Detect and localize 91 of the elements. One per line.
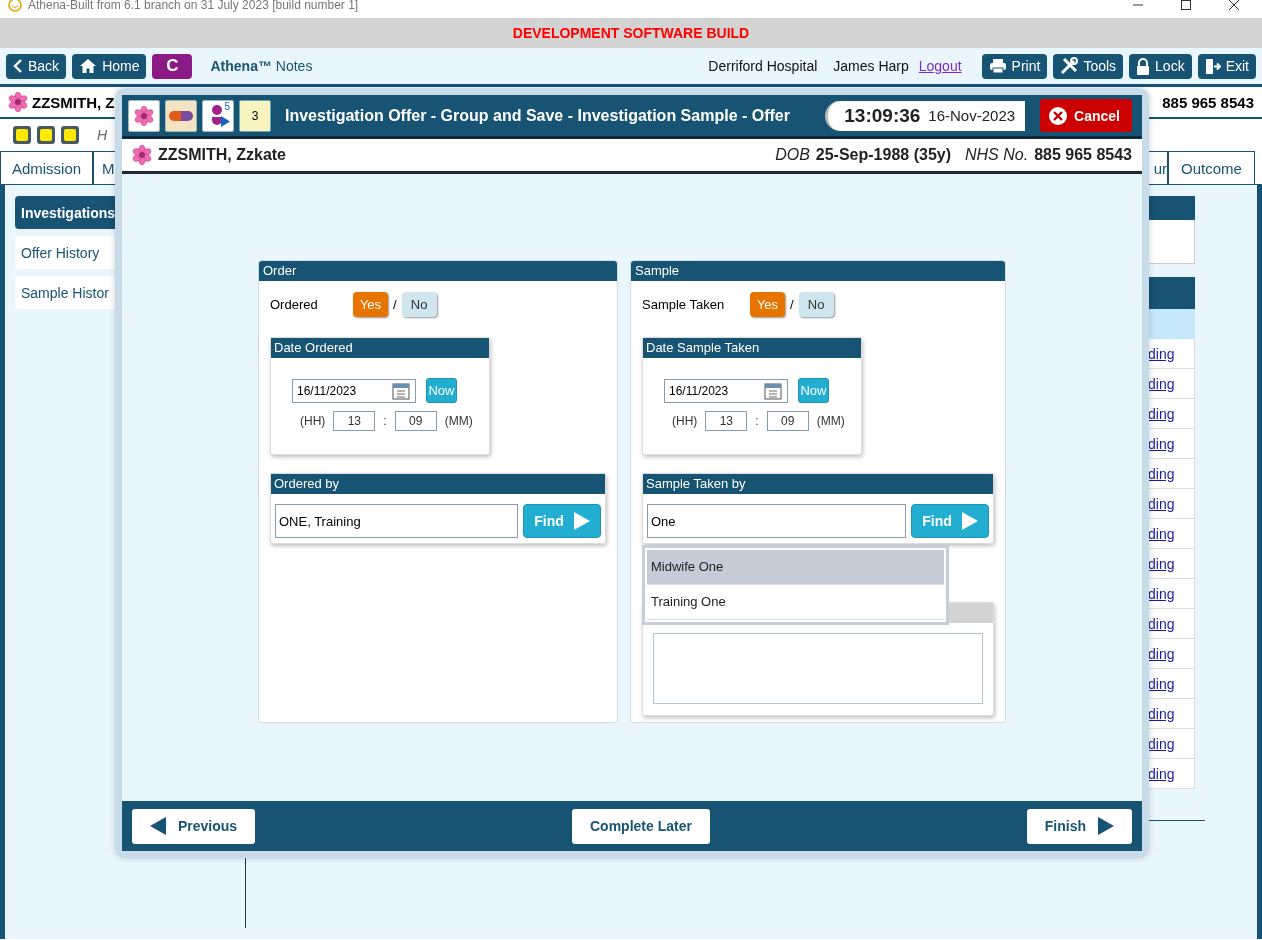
play-left-icon bbox=[150, 817, 166, 835]
dialog-title: Investigation Offer - Group and Save - Investigation Sample - Offer bbox=[285, 106, 790, 125]
minutes-field[interactable]: 09 bbox=[394, 411, 437, 431]
question-label: Ordered bbox=[270, 297, 319, 312]
dob-label: DOB bbox=[775, 146, 810, 164]
close-icon bbox=[1048, 105, 1069, 126]
close-icon[interactable] bbox=[1228, 0, 1240, 11]
choice-button[interactable]: No bbox=[798, 292, 834, 317]
printer-icon bbox=[988, 58, 1007, 74]
question-label: Sample Taken bbox=[642, 297, 726, 312]
time-separator: : bbox=[755, 414, 759, 428]
minutes-label: (MM) bbox=[816, 414, 845, 428]
app-name: Athena™ Notes bbox=[210, 58, 313, 74]
patient-name: ZZSMITH, Zzkate bbox=[158, 146, 286, 164]
hours-label: (HH) bbox=[300, 414, 326, 428]
medication-button[interactable] bbox=[165, 99, 197, 132]
hours-field[interactable]: 13 bbox=[333, 411, 376, 431]
user-name: James Harp bbox=[833, 58, 909, 74]
lock-icon bbox=[1136, 57, 1151, 75]
home-button[interactable]: Home bbox=[72, 53, 147, 79]
panel-title: Sample bbox=[631, 261, 1005, 281]
calendar-icon[interactable] bbox=[391, 380, 411, 401]
play-icon bbox=[1098, 817, 1114, 835]
nhs-label: NHS No. bbox=[965, 146, 1029, 164]
build-notice-text: DEVELOPMENT SOFTWARE BUILD bbox=[512, 25, 750, 41]
choice-button[interactable]: No bbox=[401, 292, 437, 317]
print-button[interactable]: Print bbox=[981, 53, 1048, 79]
tab[interactable]: Admission bbox=[0, 151, 93, 184]
date-field[interactable]: 16/11/2023 bbox=[292, 378, 416, 403]
cancel-button[interactable]: Cancel bbox=[1040, 99, 1132, 132]
play-icon bbox=[573, 512, 590, 530]
complete-later-button[interactable]: Complete Later bbox=[572, 808, 710, 844]
suggestion-item[interactable]: Midwife One bbox=[647, 550, 944, 585]
exit-icon bbox=[1204, 57, 1221, 75]
tools-icon bbox=[1060, 57, 1079, 75]
home-icon bbox=[79, 58, 98, 74]
date-field[interactable]: 16/11/2023 bbox=[664, 378, 788, 403]
flower-icon bbox=[8, 92, 28, 112]
panel-header bbox=[1147, 196, 1195, 220]
smiley-icon bbox=[8, 0, 22, 12]
capsule-icon bbox=[168, 109, 194, 122]
patient-button[interactable] bbox=[128, 99, 160, 132]
search-field[interactable]: One bbox=[647, 504, 906, 538]
box-title: Date Sample Taken bbox=[643, 338, 861, 358]
chevron-left-icon bbox=[13, 58, 23, 74]
badge-count: 5 bbox=[224, 100, 230, 112]
play-icon bbox=[961, 512, 978, 530]
window-title: Athena-Built from 6.1 branch on 31 July 2023 [build number 1] bbox=[28, 0, 359, 12]
lock-button[interactable]: Lock bbox=[1129, 53, 1192, 79]
panel-body bbox=[1147, 220, 1195, 264]
previous-button[interactable]: Previous bbox=[132, 808, 256, 844]
minutes-label: (MM) bbox=[444, 414, 473, 428]
table-header bbox=[1147, 277, 1195, 309]
table-row bbox=[1147, 309, 1195, 339]
nhs-number: 885 965 8543 bbox=[1162, 93, 1254, 111]
logout-link[interactable]: Logout bbox=[918, 58, 962, 74]
nhs-number: 885 965 8543 bbox=[1034, 146, 1132, 164]
notes-button[interactable]: 3 bbox=[239, 99, 271, 132]
box-title: Sample Taken by bbox=[643, 474, 993, 494]
flower-icon bbox=[134, 105, 154, 126]
notes-field[interactable] bbox=[653, 633, 983, 704]
hours-field[interactable]: 13 bbox=[705, 411, 748, 431]
finish-button[interactable]: Finish bbox=[1026, 808, 1132, 844]
c-button[interactable]: C bbox=[152, 53, 193, 79]
hospital-name: Derriford Hospital bbox=[708, 58, 818, 74]
alert-text: H bbox=[97, 127, 108, 143]
clock-date: 16-Nov-2023 bbox=[928, 107, 1016, 124]
time-separator: : bbox=[383, 414, 387, 428]
patient-name: ZZSMITH, Z bbox=[32, 93, 115, 111]
calendar-icon[interactable] bbox=[763, 380, 783, 401]
minutes-field[interactable]: 09 bbox=[766, 411, 809, 431]
hours-label: (HH) bbox=[672, 414, 698, 428]
flower-icon bbox=[132, 145, 152, 165]
clock-time: 13:09:36 bbox=[844, 104, 921, 127]
box-title: Ordered by bbox=[271, 474, 605, 494]
dob-value: 25-Sep-1988 (35y) bbox=[815, 146, 951, 164]
panel-title: Order bbox=[259, 261, 617, 281]
play-icon bbox=[221, 115, 230, 127]
tools-button[interactable]: Tools bbox=[1053, 53, 1124, 79]
tab[interactable]: Outcome bbox=[1168, 151, 1255, 184]
figure-icon bbox=[211, 103, 225, 128]
separator: / bbox=[790, 297, 794, 312]
separator: / bbox=[393, 297, 397, 312]
exit-button[interactable]: Exit bbox=[1197, 53, 1256, 79]
search-field[interactable]: ONE, Training bbox=[275, 504, 518, 538]
pregnancy-button[interactable]: 5 bbox=[202, 99, 234, 132]
suggestion-item[interactable]: Training One bbox=[647, 585, 944, 620]
back-button[interactable]: Back bbox=[6, 53, 67, 79]
badge-count: 3 bbox=[251, 108, 259, 123]
box-title: Date Ordered bbox=[271, 338, 489, 358]
maximize-icon[interactable] bbox=[1180, 0, 1192, 11]
